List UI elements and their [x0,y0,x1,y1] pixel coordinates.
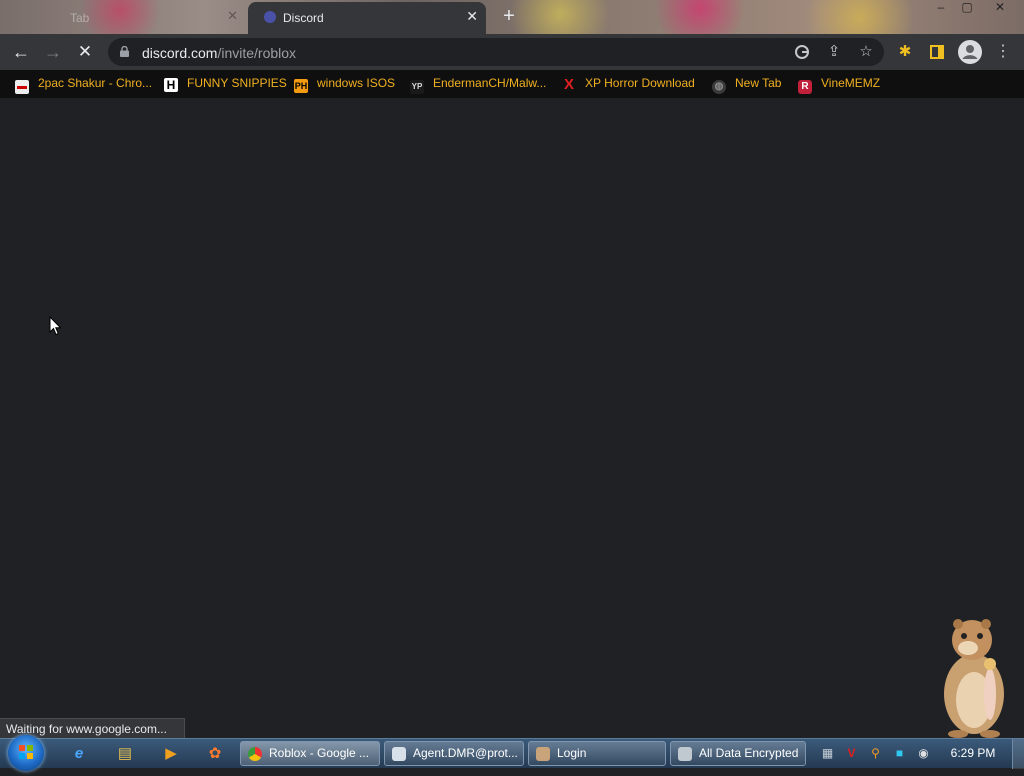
bookmark-xp-horror[interactable]: X XP Horror Download [562,76,695,92]
tray-volume-icon[interactable]: ◉ [916,746,931,761]
tab-close-icon[interactable]: ✕ [466,8,478,25]
tab-title: Tab [70,11,90,25]
bookmark-2pac[interactable]: ▬ 2pac Shakur - Chro... [15,76,153,94]
lock-icon[interactable] [120,46,129,57]
tab-title: Discord [283,11,324,25]
mouse-cursor-icon [49,316,62,336]
bookmark-favicon-icon: PH [294,79,308,93]
bookmark-windows-isos[interactable]: PH windows ISOS [294,76,396,93]
file-explorer-icon[interactable]: ▤ [114,743,136,765]
bookmark-label: windows ISOS [317,76,396,90]
share-icon[interactable]: ⇪ [824,42,844,62]
discord-favicon-icon [264,11,276,23]
url-host: discord.com [142,45,218,61]
window-maximize-button[interactable]: ▢ [952,0,982,18]
bookmark-favicon-icon: H [164,78,178,92]
profile-avatar-icon[interactable] [958,40,982,64]
tab-background[interactable]: Tab ✕ [28,0,246,34]
new-tab-button[interactable]: + [498,6,520,28]
back-button[interactable]: ← [10,41,32,63]
forward-button[interactable]: → [42,41,64,63]
google-lens-icon[interactable] [792,42,812,62]
system-tray: ▦ V ⚲ ■ ◉ [812,739,942,769]
taskbar-item-label: All Data Encrypted [699,746,799,760]
bookmark-favicon-icon: ▬ [15,80,29,94]
browser-menu-icon[interactable]: ⋮ [992,41,1014,63]
window-icon [678,747,692,761]
tab-close-icon[interactable]: ✕ [227,8,238,24]
taskbar-item-chrome[interactable]: Roblox - Google ... [240,741,380,766]
taskbar-item-login[interactable]: Login [528,741,666,766]
bookmark-favicon-icon: R [798,80,812,94]
browser-toolbar: ← → ✕ discord.com/invite/roblox ⇪ ☆ ✱ ⋮ [0,34,1024,70]
tray-v-icon[interactable]: V [844,746,859,761]
bookmark-label: New Tab [735,76,782,90]
bookmark-vinememz[interactable]: R VineMEMZ [798,76,881,94]
show-desktop-button[interactable] [1012,739,1024,769]
bookmark-favicon-icon: X [563,76,574,93]
bookmark-label: EndermanCH/Malw... [433,76,547,90]
bookmark-label: VineMEMZ [821,76,881,90]
taskbar-item-all-data-encrypted[interactable]: All Data Encrypted [670,741,806,766]
windows-taskbar: e ▤ ▶ ✿ Roblox - Google ... Agent.DMR@pr… [0,735,1024,771]
app-launcher-icon[interactable]: ✿ [204,743,226,765]
taskbar-item-label: Agent.DMR@prot... [413,746,518,760]
browser-title-bar: Tab ✕ Discord ✕ + – ▢ ✕ [0,0,1024,34]
bookmarks-bar: ▬ 2pac Shakur - Chro... H FUNNY SNIPPIES P… [0,70,1024,98]
extensions-puzzle-icon[interactable]: ✱ [894,41,916,63]
bookmark-endermanch[interactable]: YP EndermanCH/Malw... [410,76,547,94]
tray-monitor-icon[interactable]: ■ [892,746,907,761]
taskbar-clock[interactable]: 6:29 PM [940,739,1006,769]
bookmark-label: XP Horror Download [585,76,695,90]
url-text[interactable]: discord.com/invite/roblox [142,45,296,61]
bookmark-new-tab[interactable]: ◍ New Tab [712,76,782,94]
side-panel-icon[interactable] [926,41,948,63]
bookmark-funny-snippies[interactable]: H FUNNY SNIPPIES [164,76,287,92]
globe-icon: ◍ [712,80,726,94]
tab-discord[interactable]: Discord ✕ [248,2,486,34]
tray-search-icon[interactable]: ⚲ [868,746,883,761]
bookmark-label: FUNNY SNIPPIES [187,76,287,90]
chrome-icon [248,747,262,761]
window-icon [392,747,406,761]
bookmark-label: 2pac Shakur - Chro... [38,76,153,90]
taskbar-item-label: Login [557,746,587,760]
address-bar[interactable]: discord.com/invite/roblox ⇪ ☆ [108,38,884,66]
bookmark-star-icon[interactable]: ☆ [856,42,876,62]
media-player-icon[interactable]: ▶ [160,743,182,765]
page-content-area[interactable] [0,98,1024,738]
login-icon [536,747,550,761]
start-button[interactable] [8,735,44,771]
taskbar-item-label: Roblox - Google ... [269,746,370,760]
internet-explorer-icon[interactable]: e [68,743,90,765]
desktop-mascot-icon [944,619,1004,738]
tray-app-icon[interactable]: ▦ [820,746,835,761]
url-path: /invite/roblox [217,45,297,61]
window-close-button[interactable]: ✕ [985,0,1015,18]
taskbar-item-agent[interactable]: Agent.DMR@prot... [384,741,524,766]
stop-loading-button[interactable]: ✕ [74,41,96,63]
bookmark-favicon-icon: YP [410,80,424,94]
